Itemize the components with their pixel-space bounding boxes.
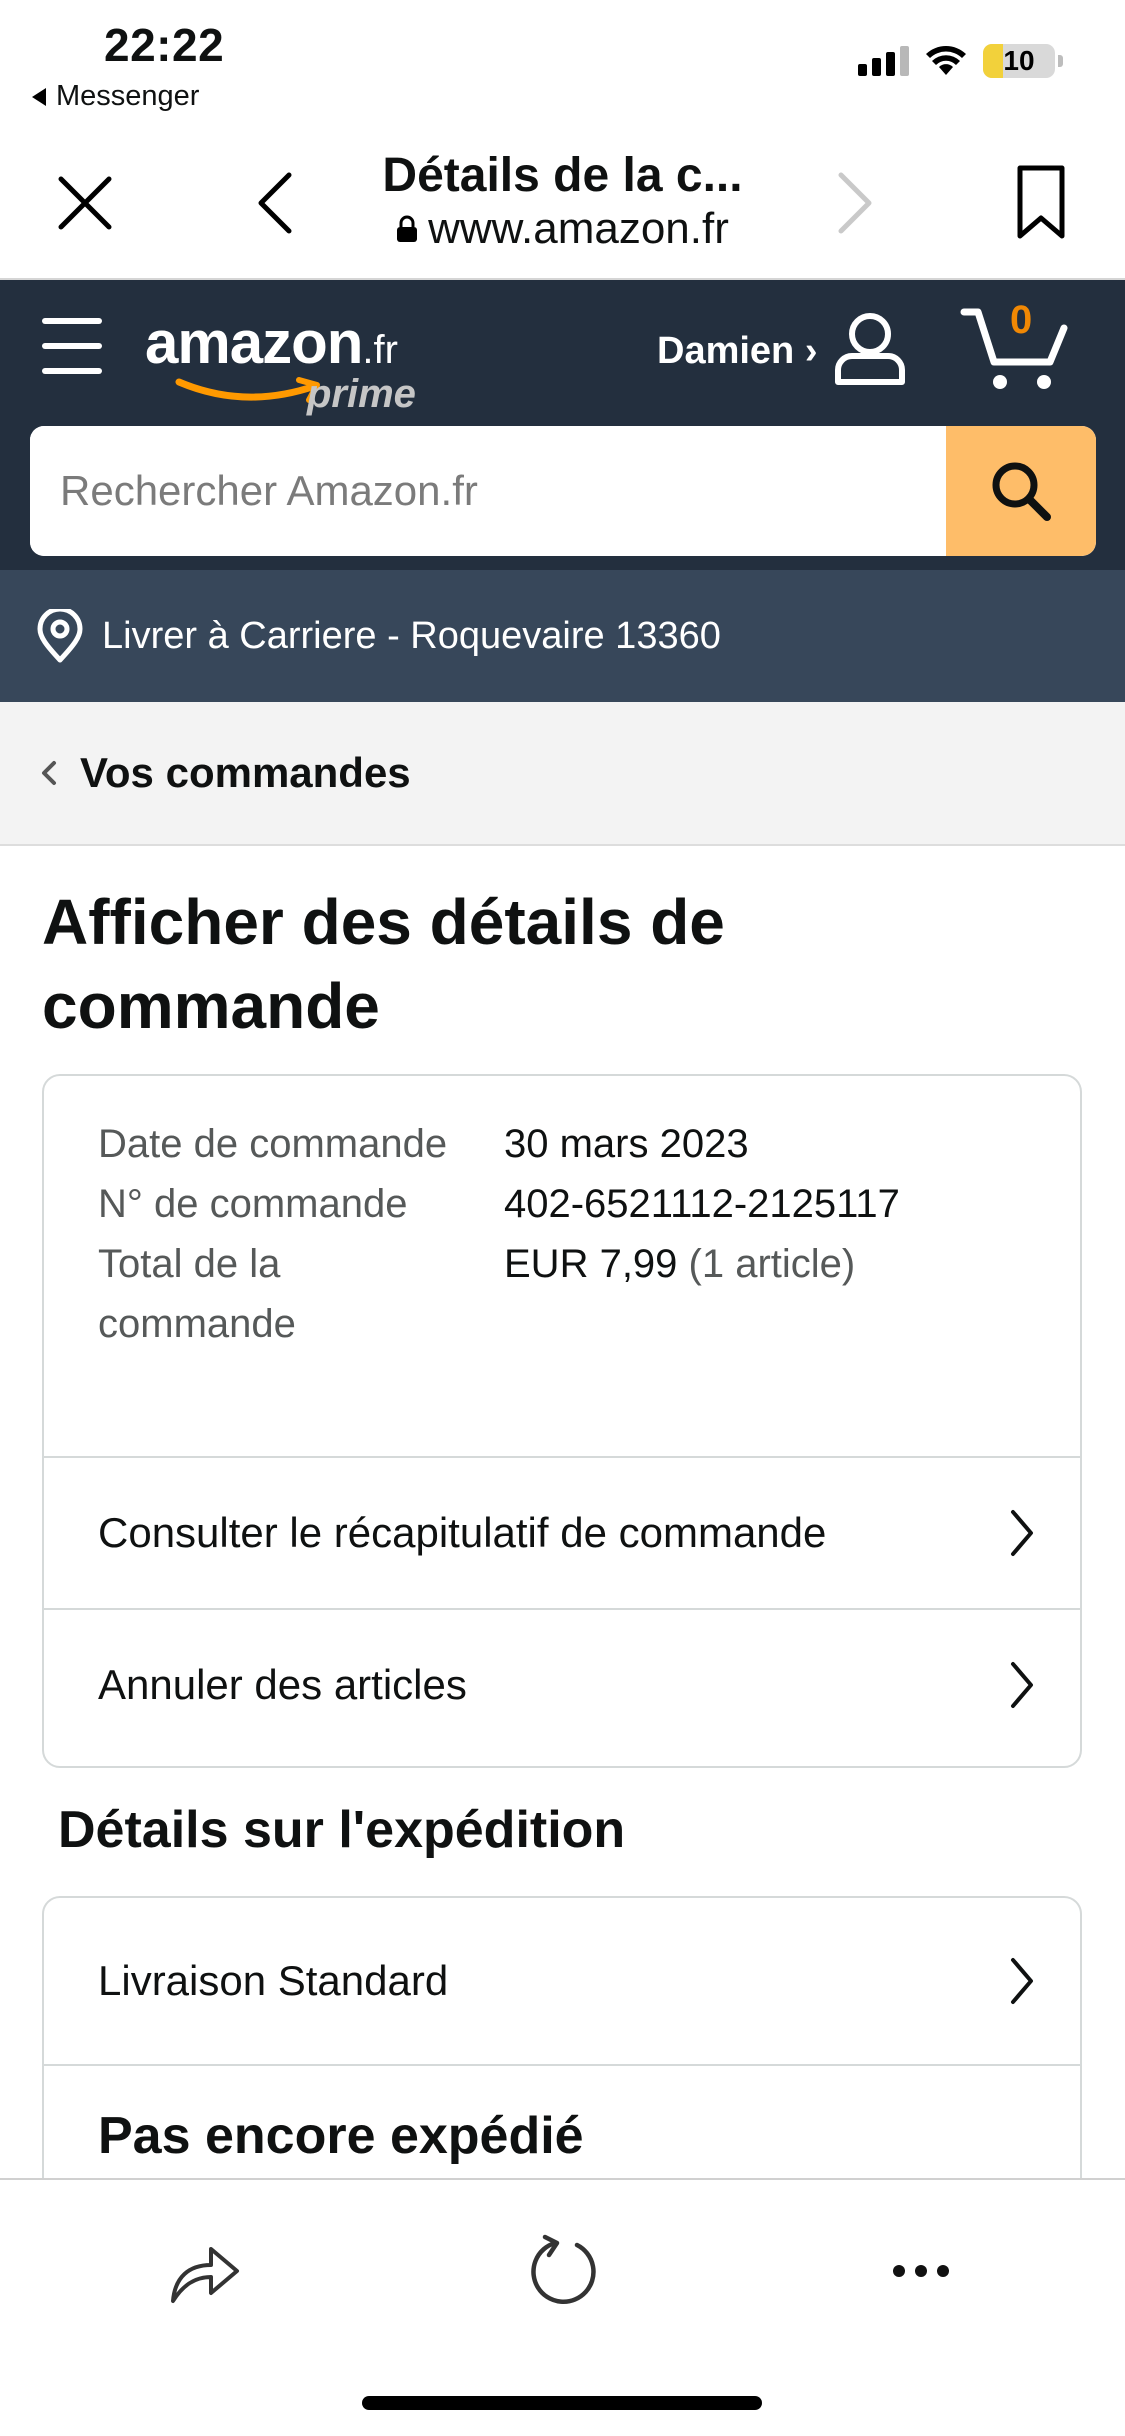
breadcrumb-label: Vos commandes — [80, 749, 411, 796]
delivery-location-text: Livrer à Carriere - Roquevaire 13360 — [102, 614, 721, 657]
battery-icon: 10 — [983, 44, 1063, 78]
page-title: Afficher des détails de commande — [42, 886, 725, 1042]
order-total-value: EUR 7,99 (1 article) — [504, 1234, 855, 1354]
cancel-items-row[interactable]: Annuler des articles — [44, 1608, 1080, 1760]
search-bar — [30, 426, 1096, 556]
order-total-label: Total de la commande — [98, 1242, 296, 1346]
menu-icon[interactable] — [42, 318, 102, 374]
order-details-card: Date de commande 30 mars 2023 N° de comm… — [42, 1074, 1082, 1768]
view-order-summary-label: Consulter le récapitulatif de commande — [98, 1509, 827, 1556]
url-bar[interactable]: www.amazon.fr — [0, 204, 1125, 254]
order-total-row: Total de la commande EUR 7,99 (1 article… — [98, 1234, 900, 1354]
status-icons: 10 — [858, 44, 1063, 78]
page-tab-title: Détails de la c... — [382, 149, 743, 202]
forward-icon[interactable] — [830, 166, 880, 240]
chevron-right-icon — [1011, 1958, 1033, 2004]
bookmark-icon[interactable] — [1010, 160, 1072, 244]
status-bar: 22:22 Messenger 10 — [0, 0, 1125, 120]
order-item-count: (1 article) — [688, 1242, 856, 1286]
wifi-icon — [926, 46, 966, 75]
back-to-app[interactable]: Messenger — [32, 80, 199, 113]
cellular-signal-icon — [858, 46, 909, 76]
order-date-value: 30 mars 2023 — [504, 1122, 749, 1166]
chevron-left-icon — [42, 761, 56, 785]
browser-header: Détails de la c... www.amazon.fr — [0, 120, 1125, 280]
search-button[interactable] — [946, 426, 1096, 556]
logo-word: amazon — [145, 309, 363, 376]
logo-tld: .fr — [362, 328, 398, 372]
breadcrumb[interactable]: Vos commandes — [0, 702, 1125, 846]
cart-count-badge: 0 — [1010, 298, 1033, 342]
chevron-right-icon — [1011, 1510, 1033, 1556]
status-time: 22:22 — [104, 19, 225, 71]
amazon-logo[interactable]: amazon.fr prime — [145, 308, 416, 416]
amazon-header: amazon.fr prime Damien › 0 — [0, 280, 1125, 570]
user-icon[interactable] — [830, 310, 910, 391]
order-number-row: N° de commande 402-6521112-2125117 — [98, 1174, 900, 1234]
location-pin-icon — [37, 609, 83, 663]
view-order-summary-row[interactable]: Consulter le récapitulatif de commande — [44, 1456, 1080, 1608]
reload-icon[interactable] — [518, 2226, 608, 2316]
shipping-method-row[interactable]: Livraison Standard — [44, 1898, 1080, 2064]
lock-icon — [397, 215, 418, 242]
search-icon — [992, 462, 1051, 521]
cancel-items-label: Annuler des articles — [98, 1661, 467, 1708]
account-link[interactable]: Damien › — [657, 330, 817, 373]
home-indicator — [362, 2396, 762, 2410]
back-app-label: Messenger — [56, 80, 200, 112]
logo-prime: prime — [307, 372, 416, 416]
order-number-label: N° de commande — [98, 1182, 408, 1226]
order-number-value: 402-6521112-2125117 — [504, 1182, 900, 1226]
shipping-status: Pas encore expédié — [98, 2107, 584, 2165]
order-total-amount: EUR 7,99 — [504, 1242, 678, 1286]
battery-level: 10 — [1003, 45, 1035, 76]
chevron-right-icon — [1011, 1662, 1033, 1708]
shipping-method-label: Livraison Standard — [98, 1957, 449, 2004]
more-options-icon[interactable] — [876, 2226, 966, 2316]
share-icon[interactable] — [160, 2226, 250, 2316]
url-text: www.amazon.fr — [428, 204, 729, 253]
search-input[interactable] — [30, 426, 945, 556]
delivery-location[interactable]: Livrer à Carriere - Roquevaire 13360 — [0, 570, 1125, 702]
shipping-section-title: Détails sur l'expédition — [58, 1801, 626, 1859]
order-date-row: Date de commande 30 mars 2023 — [98, 1114, 900, 1174]
order-info: Date de commande 30 mars 2023 N° de comm… — [98, 1114, 900, 1354]
shipping-card: Livraison Standard Pas encore expédié — [42, 1896, 1082, 2206]
back-triangle-icon — [32, 87, 46, 106]
smile-arrow-icon — [175, 377, 320, 403]
divider — [44, 2064, 1080, 2066]
order-date-label: Date de commande — [98, 1122, 448, 1166]
